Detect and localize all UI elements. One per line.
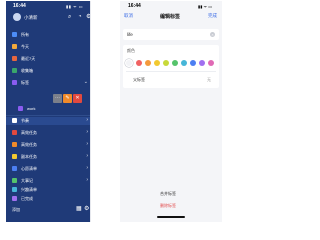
page-title: 编辑标签 <box>160 14 181 20</box>
sidebar-item-tag-work[interactable]: work <box>6 105 90 113</box>
tag-icon <box>18 106 23 111</box>
color-swatch[interactable] <box>145 60 151 66</box>
chevron-right-icon: › <box>86 117 88 123</box>
list-icon <box>12 118 17 123</box>
chevron-right-icon: › <box>86 153 88 159</box>
parent-tag-label: 父标签 <box>133 77 145 82</box>
color-swatch[interactable] <box>190 60 196 66</box>
search-icon[interactable]: ⌕ <box>68 14 71 20</box>
color-swatch[interactable] <box>181 60 187 66</box>
parent-tag-row[interactable]: 父标签 无 <box>123 73 219 86</box>
bell-icon[interactable]: ◔ <box>78 14 82 20</box>
list-item-label: 心愿清单 <box>21 166 37 171</box>
username[interactable]: 小清新 <box>24 15 38 21</box>
sidebar-item-inbox[interactable]: 收集箱 <box>6 67 90 75</box>
color-label: 颜色 <box>127 48 135 53</box>
list-item[interactable]: 副本任务 › <box>6 153 90 161</box>
tag-label: work <box>27 106 36 111</box>
sidebar-item-label: 所有 <box>21 32 29 37</box>
list-item-label: 副本任务 <box>21 154 37 159</box>
color-swatch[interactable] <box>208 60 214 66</box>
sidebar-item-tags[interactable]: 标签 ⌄ <box>6 79 90 87</box>
home-indicator <box>157 216 185 218</box>
clear-icon[interactable]: × <box>210 32 215 37</box>
list-item[interactable]: 大事记 › <box>6 177 90 185</box>
divider <box>126 71 216 72</box>
chevron-right-icon: › <box>86 141 88 147</box>
sidebar-item-all[interactable]: 所有 <box>6 31 90 39</box>
list-item-label: 大事记 <box>21 178 33 183</box>
inbox-icon <box>12 68 17 73</box>
list-item[interactable]: 已完成 <box>6 195 90 203</box>
swipe-edit-button[interactable]: ✎ <box>63 94 72 103</box>
sidebar-item-label: 标签 <box>21 80 29 85</box>
color-swatch[interactable] <box>126 60 132 66</box>
swipe-more-button[interactable]: ⋯ <box>53 94 62 103</box>
calendar-week-icon <box>12 56 17 61</box>
tag-name-field[interactable]: life × <box>123 29 219 40</box>
list-item-label: 高效任务 <box>21 130 37 135</box>
add-list-button[interactable]: 添加 <box>12 207 20 213</box>
color-swatch[interactable] <box>136 60 142 66</box>
chevron-right-icon: › <box>86 165 88 171</box>
sidebar-screen: 16:44 ▮▮ ᯤ ▭ 小清新 ⌕ ◔ ⚙ 所有 今天 最近7天 收集箱 标签… <box>6 1 96 222</box>
chevron-right-icon: › <box>86 129 88 135</box>
list-icon <box>12 142 17 147</box>
sidebar-bottom-bar: 添加 ▦ ⚙ <box>6 204 90 216</box>
parent-tag-value: 无 <box>207 77 211 82</box>
color-swatch[interactable] <box>172 60 178 66</box>
all-icon <box>12 32 17 37</box>
list-item[interactable]: 高效任务 › <box>6 141 90 149</box>
status-icons: ▮▮ ᯤ ▭ <box>198 4 213 9</box>
done-button[interactable]: 完成 <box>208 13 217 19</box>
list-item-label: 已完成 <box>21 196 33 201</box>
sidebar-item-label: 今天 <box>21 44 29 49</box>
list-icon <box>12 154 17 159</box>
sidebar-item-label: 最近7天 <box>21 56 36 61</box>
tag-options-card: 颜色 父标签 无 <box>123 45 219 88</box>
delete-tag-button[interactable]: 删除标签 <box>160 203 176 209</box>
color-swatch[interactable] <box>154 60 160 66</box>
divider <box>6 115 90 116</box>
color-swatch[interactable] <box>163 60 169 66</box>
list-item[interactable]: 高效任务 › <box>6 129 90 137</box>
calendar-icon[interactable]: ▦ <box>76 205 82 212</box>
list-icon <box>12 130 17 135</box>
list-item[interactable]: 节奏 › <box>6 117 90 125</box>
list-item-label: 高效任务 <box>21 142 37 147</box>
chevron-right-icon: › <box>86 177 88 183</box>
main-content-peek[interactable] <box>90 1 111 222</box>
list-icon <box>12 166 17 171</box>
sidebar-item-label: 收集箱 <box>21 68 33 73</box>
merge-tag-button[interactable]: 合并标签 <box>160 191 176 197</box>
list-item-label: 兴趣清单 <box>21 187 37 192</box>
list-item[interactable]: 心愿清单 › <box>6 165 90 173</box>
sidebar-item-next7days[interactable]: 最近7天 <box>6 55 90 63</box>
settings-icon[interactable]: ⚙ <box>84 205 89 212</box>
status-icons: ▮▮ ᯤ ▭ <box>66 4 84 9</box>
sidebar-item-today[interactable]: 今天 <box>6 43 90 51</box>
color-swatch[interactable] <box>199 60 205 66</box>
status-time: 16:44 <box>13 3 26 9</box>
list-icon <box>12 178 17 183</box>
avatar[interactable] <box>13 13 21 21</box>
calendar-icon <box>12 44 17 49</box>
edit-tag-screen: 16:44 ▮▮ ᯤ ▭ 取消 编辑标签 完成 life × 颜色 父标签 无 … <box>120 1 222 222</box>
tag-icon <box>12 80 17 85</box>
swipe-delete-button[interactable]: ✕ <box>73 94 82 103</box>
list-item-label: 节奏 <box>21 118 29 123</box>
list-icon <box>12 196 17 201</box>
list-item[interactable]: 兴趣清单 <box>6 186 90 194</box>
list-icon <box>12 187 17 192</box>
tag-name-input[interactable]: life <box>127 32 133 37</box>
status-time: 16:44 <box>128 3 141 9</box>
chevron-down-icon: ⌄ <box>83 79 88 85</box>
cancel-button[interactable]: 取消 <box>124 13 133 19</box>
